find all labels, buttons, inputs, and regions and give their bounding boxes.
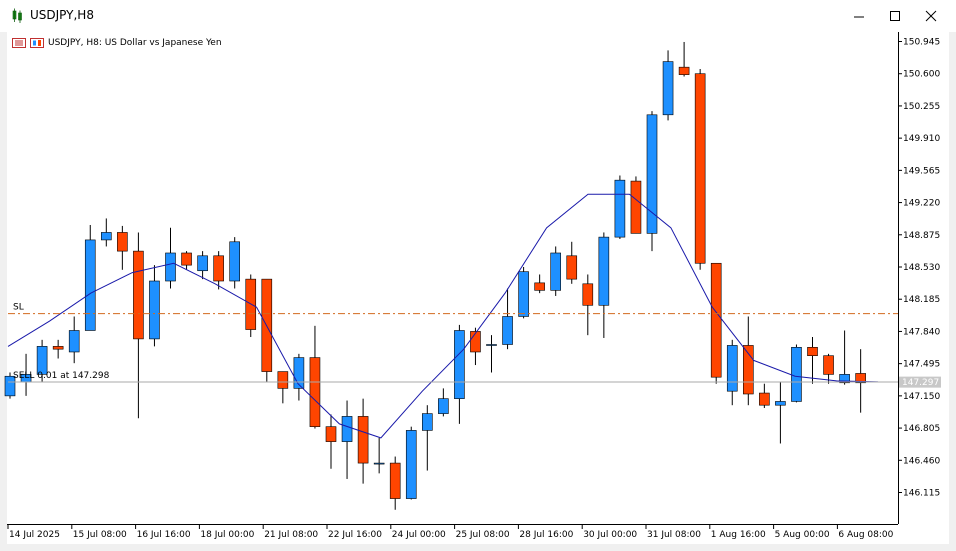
- bullish-candle[interactable]: [405, 430, 417, 499]
- bearish-candle[interactable]: [582, 283, 594, 306]
- time-tick-label: 5 Aug 00:00: [775, 530, 830, 540]
- time-tick-label: 16 Jul 16:00: [137, 530, 191, 540]
- bullish-candle[interactable]: [726, 345, 738, 392]
- bearish-candle[interactable]: [213, 255, 224, 282]
- bullish-candle[interactable]: [598, 236, 610, 306]
- bearish-candle[interactable]: [678, 66, 690, 75]
- bearish-candle[interactable]: [389, 462, 401, 499]
- bearish-candle[interactable]: [117, 232, 128, 252]
- bullish-candle[interactable]: [373, 462, 385, 465]
- time-tick-label: 14 Jul 2025: [9, 530, 60, 540]
- bullish-candle[interactable]: [84, 239, 96, 331]
- time-tick-label: 30 Jul 00:00: [583, 530, 637, 540]
- price-tick-label: 150.945: [903, 38, 940, 48]
- time-tick-label: 25 Jul 08:00: [456, 530, 510, 540]
- bullish-candle[interactable]: [165, 252, 176, 282]
- price-tick-label: 146.805: [903, 424, 940, 434]
- time-tick-label: 28 Jul 16:00: [519, 530, 573, 540]
- bullish-candle[interactable]: [454, 330, 465, 399]
- price-chart: SL SELL 0.01 at 147.298 150.945 150.600 15…: [4, 32, 941, 540]
- price-tick-label: 149.910: [903, 134, 940, 144]
- bearish-candle[interactable]: [325, 426, 337, 442]
- bearish-candle[interactable]: [759, 392, 770, 406]
- price-tick-label: 149.220: [903, 199, 940, 209]
- bullish-candle[interactable]: [438, 398, 449, 414]
- bearish-candle[interactable]: [534, 282, 545, 291]
- bearish-candle[interactable]: [807, 347, 818, 357]
- price-tick-label: 150.600: [903, 70, 940, 80]
- price-tick-label: 147.150: [903, 392, 940, 402]
- bullish-candle[interactable]: [229, 241, 240, 282]
- bearish-candle[interactable]: [52, 346, 64, 350]
- price-tick-label: 146.460: [903, 456, 940, 466]
- bullish-candle[interactable]: [775, 401, 786, 406]
- bearish-candle[interactable]: [133, 250, 144, 340]
- time-tick-label: 21 Jul 08:00: [264, 530, 318, 540]
- bullish-candle[interactable]: [486, 344, 497, 346]
- bearish-candle[interactable]: [470, 331, 481, 353]
- bearish-candle[interactable]: [630, 180, 642, 234]
- current-price-label: 147.297: [902, 378, 939, 388]
- bullish-candle[interactable]: [101, 232, 112, 241]
- price-tick-label: 147.840: [903, 327, 940, 337]
- price-tick-label: 148.185: [903, 295, 940, 305]
- bullish-candle[interactable]: [68, 330, 80, 353]
- time-tick-label: 15 Jul 08:00: [73, 530, 127, 540]
- stop-loss-label: SL: [13, 303, 24, 313]
- bearish-candle[interactable]: [357, 416, 369, 464]
- price-tick-label: 148.875: [903, 231, 940, 241]
- time-tick-label: 18 Jul 00:00: [200, 530, 254, 540]
- bullish-candle[interactable]: [662, 61, 674, 116]
- bullish-candle[interactable]: [197, 255, 208, 272]
- bullish-candle[interactable]: [518, 271, 529, 317]
- time-tick-label: 6 Aug 08:00: [838, 530, 893, 540]
- bearish-candle[interactable]: [694, 73, 706, 264]
- bearish-candle[interactable]: [710, 262, 722, 378]
- bearish-candle[interactable]: [309, 357, 321, 427]
- time-tick-label: 1 Aug 16:00: [711, 530, 766, 540]
- price-tick-label: 149.565: [903, 166, 940, 176]
- bullish-candle[interactable]: [502, 316, 513, 345]
- bearish-candle[interactable]: [566, 255, 578, 280]
- bullish-candle[interactable]: [550, 252, 562, 291]
- time-tick-label: 22 Jul 16:00: [328, 530, 382, 540]
- bearish-candle[interactable]: [181, 252, 192, 266]
- bearish-candle[interactable]: [823, 355, 834, 375]
- price-tick-label: 150.255: [903, 102, 940, 112]
- bullish-candle[interactable]: [293, 357, 305, 389]
- bullish-candle[interactable]: [421, 413, 433, 431]
- price-tick-label: 147.495: [903, 360, 940, 370]
- price-tick-label: 146.115: [903, 489, 940, 499]
- price-tick-label: 148.530: [903, 263, 940, 273]
- time-tick-label: 24 Jul 00:00: [392, 530, 446, 540]
- bearish-candle[interactable]: [277, 371, 289, 389]
- bullish-candle[interactable]: [341, 416, 353, 442]
- time-tick-label: 31 Jul 08:00: [647, 530, 701, 540]
- bullish-candle[interactable]: [614, 179, 626, 238]
- position-label: SELL 0.01 at 147.298: [13, 371, 110, 381]
- bullish-candle[interactable]: [791, 347, 802, 402]
- bullish-candle[interactable]: [149, 280, 160, 340]
